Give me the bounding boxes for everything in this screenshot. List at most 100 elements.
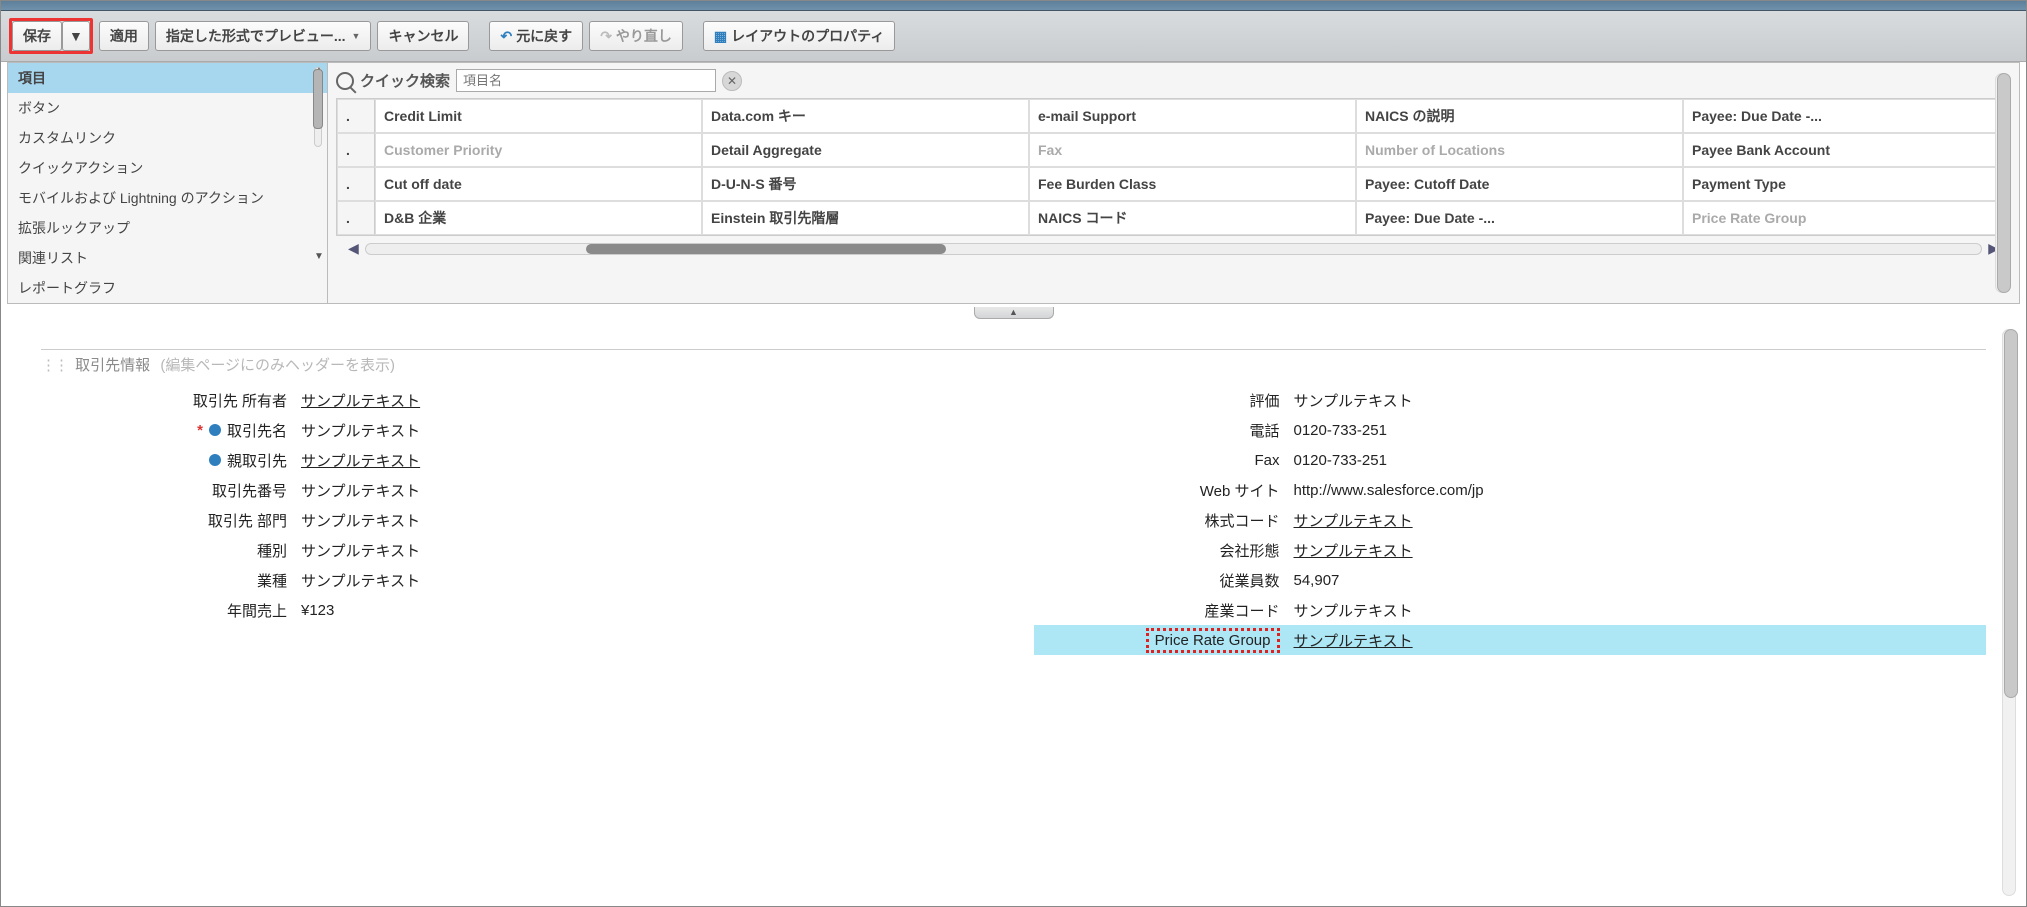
hscroll-left-icon[interactable]: ◀	[342, 240, 365, 257]
palette-field-item[interactable]: D-U-N-S 番号	[702, 167, 1029, 201]
quick-find-input[interactable]	[456, 69, 716, 92]
layout-field-row[interactable]: 株式コードサンプルテキスト	[1034, 505, 1987, 535]
field-value: サンプルテキスト	[1294, 390, 1413, 411]
field-grid: .Credit LimitData.com キーe-mail SupportNA…	[336, 98, 2011, 236]
palette-category-item[interactable]: モバイルおよび Lightning のアクション	[8, 183, 327, 213]
palette-sidebar: 項目ボタンカスタムリンククイックアクションモバイルおよび Lightning の…	[8, 63, 328, 303]
palette-category-item[interactable]: 項目	[8, 63, 327, 93]
layout-field-row[interactable]: 従業員数54,907	[1034, 565, 1987, 595]
field-label: Web サイト	[1034, 480, 1294, 501]
field-value: サンプルテキスト	[301, 480, 420, 501]
layout-field-row[interactable]: 取引先 部門サンプルテキスト	[41, 505, 994, 535]
clear-search-button[interactable]: ✕	[722, 71, 742, 91]
canvas-vertical-scroll[interactable]	[2002, 329, 2020, 896]
field-palette: 項目ボタンカスタムリンククイックアクションモバイルおよび Lightning の…	[7, 62, 2020, 304]
palette-category-item[interactable]: レポートグラフ	[8, 273, 327, 303]
grid-row-stub: .	[337, 201, 375, 235]
palette-category-item[interactable]: ボタン	[8, 93, 327, 123]
layout-properties-button[interactable]: ▦レイアウトのプロパティ	[703, 21, 895, 51]
palette-field-item[interactable]: Payment Type	[1683, 167, 2010, 201]
layout-field-row[interactable]: 取引先番号サンプルテキスト	[41, 475, 994, 505]
field-label: 会社形態	[1034, 540, 1294, 561]
layout-field-row[interactable]: 電話0120-733-251	[1034, 415, 1987, 445]
field-label: Price Rate Group	[1034, 628, 1294, 653]
palette-field-item[interactable]: e-mail Support	[1029, 99, 1356, 133]
field-label: 従業員数	[1034, 570, 1294, 591]
scroll-down-icon[interactable]: ▼	[314, 251, 324, 262]
layout-field-row[interactable]: 取引先 所有者サンプルテキスト	[41, 385, 994, 415]
palette-field-item[interactable]: Price Rate Group	[1683, 201, 2010, 235]
palette-field-item[interactable]: Payee: Due Date -...	[1356, 201, 1683, 235]
palette-field-item[interactable]: Einstein 取引先階層	[702, 201, 1029, 235]
field-label: 年間売上	[41, 600, 301, 621]
apply-button[interactable]: 適用	[99, 21, 149, 51]
layout-field-row[interactable]: 親取引先サンプルテキスト	[41, 445, 994, 475]
field-label: 評価	[1034, 390, 1294, 411]
field-value: サンプルテキスト	[301, 570, 420, 591]
redo-icon: ↷	[600, 28, 612, 45]
layout-field-row[interactable]: 種別サンプルテキスト	[41, 535, 994, 565]
palette-main: クイック検索 ✕ .Credit LimitData.com キーe-mail …	[328, 63, 2019, 303]
field-value: サンプルテキスト	[301, 510, 420, 531]
palette-field-item[interactable]: D&B 企業	[375, 201, 702, 235]
palette-field-item[interactable]: Credit Limit	[375, 99, 702, 133]
field-value: サンプルテキスト	[301, 420, 420, 441]
field-value: サンプルテキスト	[1294, 540, 1413, 561]
palette-field-item[interactable]: Cut off date	[375, 167, 702, 201]
layout-field-row[interactable]: Fax0120-733-251	[1034, 445, 1987, 475]
palette-category-item[interactable]: 関連リスト	[8, 243, 327, 273]
sidebar-scroll-thumb[interactable]	[313, 69, 323, 129]
search-icon	[336, 72, 354, 90]
canvas-vscroll-thumb[interactable]	[2004, 329, 2018, 698]
palette-field-item[interactable]: Payee Bank Account	[1683, 133, 2010, 167]
redo-button[interactable]: ↷やり直し	[589, 21, 683, 51]
palette-vscroll-thumb[interactable]	[1997, 73, 2011, 293]
field-label: Fax	[1034, 452, 1294, 469]
palette-field-item[interactable]: Payee: Due Date -...	[1683, 99, 2010, 133]
preview-as-button[interactable]: 指定した形式でプレビュー...	[155, 21, 372, 51]
editor-toolbar: 保存 ▼ 適用 指定した形式でプレビュー... キャンセル ↶元に戻す ↷やり直…	[1, 11, 2026, 62]
layout-field-row[interactable]: 評価サンプルテキスト	[1034, 385, 1987, 415]
palette-field-item[interactable]: Fee Burden Class	[1029, 167, 1356, 201]
price-rate-group-marker: Price Rate Group	[1146, 628, 1280, 653]
drag-handle-icon[interactable]: ⋮⋮	[41, 357, 67, 374]
layout-props-label: レイアウトのプロパティ	[731, 26, 884, 46]
layout-field-row[interactable]: Web サイトhttp://www.salesforce.com/jp	[1034, 475, 1987, 505]
palette-field-item[interactable]: NAICS の説明	[1356, 99, 1683, 133]
palette-field-item[interactable]: Payee: Cutoff Date	[1356, 167, 1683, 201]
hscroll-thumb[interactable]	[586, 244, 946, 254]
palette-field-item[interactable]: Detail Aggregate	[702, 133, 1029, 167]
palette-field-item[interactable]: Customer Priority	[375, 133, 702, 167]
palette-category-item[interactable]: クイックアクション	[8, 153, 327, 183]
layout-field-row[interactable]: 会社形態サンプルテキスト	[1034, 535, 1987, 565]
layout-field-row[interactable]: 年間売上¥123	[41, 595, 994, 625]
undo-label: 元に戻す	[516, 26, 572, 46]
hscroll-track[interactable]	[365, 243, 1982, 255]
undo-button[interactable]: ↶元に戻す	[489, 21, 583, 51]
field-label: 産業コード	[1034, 600, 1294, 621]
layout-field-row[interactable]: 産業コードサンプルテキスト	[1034, 595, 1987, 625]
field-value: サンプルテキスト	[301, 540, 420, 561]
palette-vertical-scroll[interactable]	[1995, 73, 2013, 293]
palette-field-item[interactable]: Number of Locations	[1356, 133, 1683, 167]
field-label: 取引先番号	[41, 480, 301, 501]
field-label: 取引先 所有者	[41, 390, 301, 411]
cancel-button[interactable]: キャンセル	[377, 21, 469, 51]
save-button-highlight: 保存 ▼	[9, 18, 93, 54]
save-dropdown-button[interactable]: ▼	[62, 21, 90, 51]
palette-category-item[interactable]: カスタムリンク	[8, 123, 327, 153]
save-button[interactable]: 保存	[12, 21, 62, 51]
palette-field-item[interactable]: Fax	[1029, 133, 1356, 167]
sidebar-scrollbar[interactable]: ▲ ▼	[311, 67, 325, 147]
palette-category-item[interactable]: 拡張ルックアップ	[8, 213, 327, 243]
section-header-account-info[interactable]: ⋮⋮ 取引先情報 (編集ページにのみヘッダーを表示)	[41, 349, 1986, 375]
layout-field-row[interactable]: 業種サンプルテキスト	[41, 565, 994, 595]
palette-field-item[interactable]: Data.com キー	[702, 99, 1029, 133]
layout-field-row[interactable]: *取引先名サンプルテキスト	[41, 415, 994, 445]
field-column-right: 評価サンプルテキスト電話0120-733-251Fax0120-733-251W…	[1034, 385, 1987, 655]
palette-collapse-handle[interactable]: ▲	[7, 303, 2020, 319]
required-icon: *	[197, 422, 203, 439]
palette-field-item[interactable]: NAICS コード	[1029, 201, 1356, 235]
layout-field-row[interactable]: Price Rate Groupサンプルテキスト	[1034, 625, 1987, 655]
edit-dot-icon	[209, 424, 221, 436]
